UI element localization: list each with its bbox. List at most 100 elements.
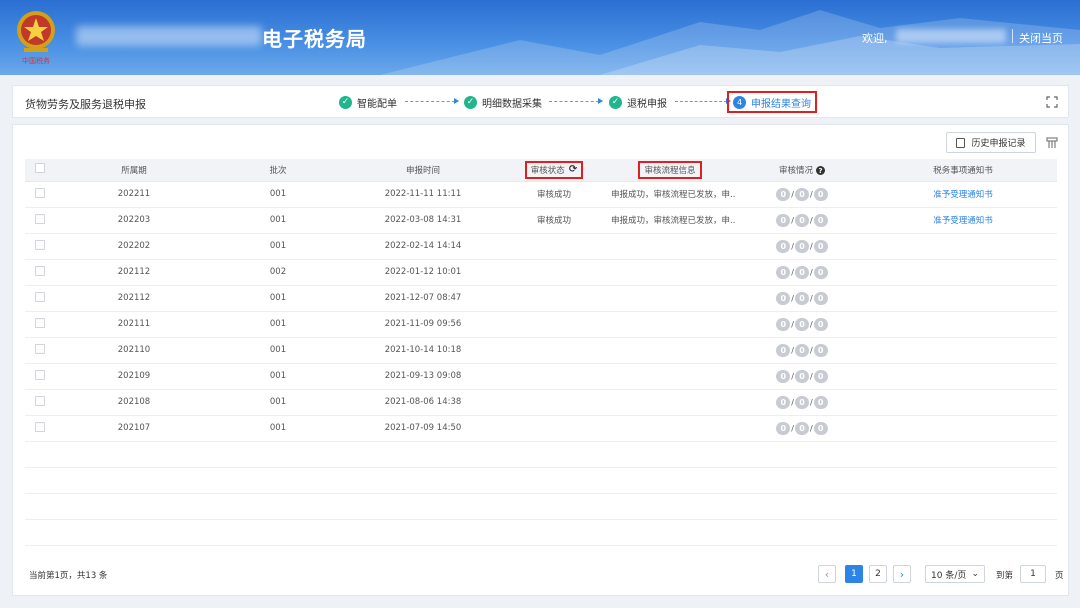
review-count-pill[interactable]: 0: [776, 395, 791, 409]
row-select-cell[interactable]: [25, 259, 55, 286]
review-count-pill[interactable]: 0: [776, 369, 791, 383]
cell-batch: 001: [213, 233, 343, 260]
notice-link[interactable]: 准予受理通知书: [933, 190, 993, 200]
row-select-cell[interactable]: [25, 389, 55, 416]
table-row[interactable]: 202108 001 2021-08-06 14:38 0/0/0: [25, 389, 1057, 416]
review-count-pill[interactable]: 0: [813, 213, 828, 227]
step-progress-bar: 货物劳务及服务退税申报 ✓ 智能配单 ✓ 明细数据采集 ✓ 退税申报 4 申报结…: [12, 85, 1069, 118]
row-select-cell[interactable]: [25, 363, 55, 390]
table-row[interactable]: 202107 001 2021-07-09 14:50 0/0/0: [25, 415, 1057, 442]
review-count-pill[interactable]: 0: [813, 369, 828, 383]
review-count-pill[interactable]: 0: [795, 291, 809, 305]
review-count-pill[interactable]: 0: [813, 343, 828, 357]
cell-review-situation: 0/0/0: [735, 233, 869, 260]
history-records-button[interactable]: 历史申报记录: [946, 132, 1036, 153]
step-smart-match[interactable]: ✓ 智能配单: [339, 93, 397, 111]
cell-review-info[interactable]: [605, 259, 735, 286]
review-count-pill[interactable]: 0: [776, 239, 791, 253]
review-count-pill[interactable]: 0: [795, 187, 809, 201]
review-count-pill[interactable]: 0: [813, 239, 828, 253]
next-page-button[interactable]: ›: [893, 565, 911, 583]
refresh-icon[interactable]: ⟳: [569, 164, 577, 175]
review-count-pill[interactable]: 0: [813, 317, 828, 331]
review-count-pill[interactable]: 0: [795, 317, 809, 331]
cell-review-info[interactable]: [605, 285, 735, 312]
row-checkbox[interactable]: [35, 213, 45, 224]
review-count-pill[interactable]: 0: [813, 187, 828, 201]
page-size-select[interactable]: 10 条/页 ⌄: [925, 565, 985, 583]
review-count-pill[interactable]: 0: [813, 265, 828, 279]
page-button-1[interactable]: 1: [845, 565, 863, 583]
table-row[interactable]: 202202 001 2022-02-14 14:14 0/0/0: [25, 233, 1057, 260]
row-checkbox[interactable]: [35, 187, 45, 198]
cell-review-info[interactable]: [605, 311, 735, 338]
site-title: 电子税务局: [262, 27, 367, 51]
notice-link[interactable]: 准予受理通知书: [933, 216, 993, 226]
close-page-link[interactable]: 关闭当页: [1019, 30, 1063, 46]
review-count-pill[interactable]: 0: [776, 213, 791, 227]
cell-period: 202203: [55, 207, 213, 234]
cell-review-status: 审核成功: [503, 181, 605, 208]
review-count-pill[interactable]: 0: [776, 421, 791, 435]
review-count-pill[interactable]: 0: [813, 291, 828, 305]
review-count-pill[interactable]: 0: [795, 265, 809, 279]
select-all-checkbox[interactable]: [35, 163, 45, 174]
step-refund-declaration[interactable]: ✓ 退税申报: [609, 93, 667, 111]
select-all-cell[interactable]: [25, 159, 55, 182]
review-count-pill[interactable]: 0: [776, 343, 791, 357]
row-select-cell[interactable]: [25, 207, 55, 234]
table-row[interactable]: 202111 001 2021-11-09 09:56 0/0/0: [25, 311, 1057, 338]
row-checkbox[interactable]: [35, 265, 45, 276]
cell-review-status: 审核成功: [503, 207, 605, 234]
review-count-pill[interactable]: 0: [776, 291, 791, 305]
review-count-pill[interactable]: 0: [776, 187, 791, 201]
cell-review-info[interactable]: [605, 415, 735, 442]
cell-review-info[interactable]: 申报成功，审核流程已发放，申...: [605, 207, 735, 234]
table-row[interactable]: 202203 001 2022-03-08 14:31 审核成功 申报成功，审核流程已发…: [25, 207, 1057, 234]
table-row[interactable]: 202211 001 2022-11-11 11:11 审核成功 申报成功，审核流程已发…: [25, 181, 1057, 208]
review-count-pill[interactable]: 0: [795, 395, 809, 409]
row-checkbox[interactable]: [35, 395, 45, 406]
row-checkbox[interactable]: [35, 317, 45, 328]
row-checkbox[interactable]: [35, 421, 45, 432]
step-result-query[interactable]: 4 申报结果查询: [727, 91, 817, 113]
row-select-cell[interactable]: [25, 311, 55, 338]
review-count-pill[interactable]: 0: [795, 239, 809, 253]
review-count-pill[interactable]: 0: [795, 343, 809, 357]
review-count-pill[interactable]: 0: [813, 421, 828, 435]
table-row[interactable]: 202112 001 2021-12-07 08:47 0/0/0: [25, 285, 1057, 312]
fullscreen-expand-icon[interactable]: [1046, 96, 1058, 108]
row-select-cell[interactable]: [25, 337, 55, 364]
cell-declare-time: 2022-02-14 14:14: [343, 233, 503, 260]
row-checkbox[interactable]: [35, 343, 45, 354]
review-count-pill[interactable]: 0: [795, 421, 809, 435]
cell-period: 202107: [55, 415, 213, 442]
step-detail-collection[interactable]: ✓ 明细数据采集: [464, 93, 542, 111]
row-select-cell[interactable]: [25, 285, 55, 312]
row-select-cell[interactable]: [25, 415, 55, 442]
goto-page-input[interactable]: 1: [1020, 565, 1046, 583]
cell-review-info[interactable]: [605, 389, 735, 416]
row-checkbox[interactable]: [35, 369, 45, 380]
table-row[interactable]: 202110 001 2021-10-14 10:18 0/0/0: [25, 337, 1057, 364]
step-arrow: [549, 98, 603, 104]
column-settings-icon[interactable]: [1046, 137, 1058, 149]
table-row[interactable]: 202112 002 2022-01-12 10:01 0/0/0: [25, 259, 1057, 286]
cell-review-info[interactable]: [605, 363, 735, 390]
review-count-pill[interactable]: 0: [776, 317, 791, 331]
review-count-pill[interactable]: 0: [795, 213, 809, 227]
review-count-pill[interactable]: 0: [776, 265, 791, 279]
cell-review-info[interactable]: [605, 233, 735, 260]
prev-page-button[interactable]: ‹: [818, 565, 836, 583]
row-select-cell[interactable]: [25, 233, 55, 260]
table-row[interactable]: 202109 001 2021-09-13 09:08 0/0/0: [25, 363, 1057, 390]
cell-review-info[interactable]: [605, 337, 735, 364]
help-question-icon[interactable]: ?: [816, 166, 825, 176]
review-count-pill[interactable]: 0: [813, 395, 828, 409]
row-checkbox[interactable]: [35, 239, 45, 250]
cell-review-info[interactable]: 申报成功，审核流程已发放，申...: [605, 181, 735, 208]
page-button-2[interactable]: 2: [869, 565, 887, 583]
review-count-pill[interactable]: 0: [795, 369, 809, 383]
row-checkbox[interactable]: [35, 291, 45, 302]
row-select-cell[interactable]: [25, 181, 55, 208]
